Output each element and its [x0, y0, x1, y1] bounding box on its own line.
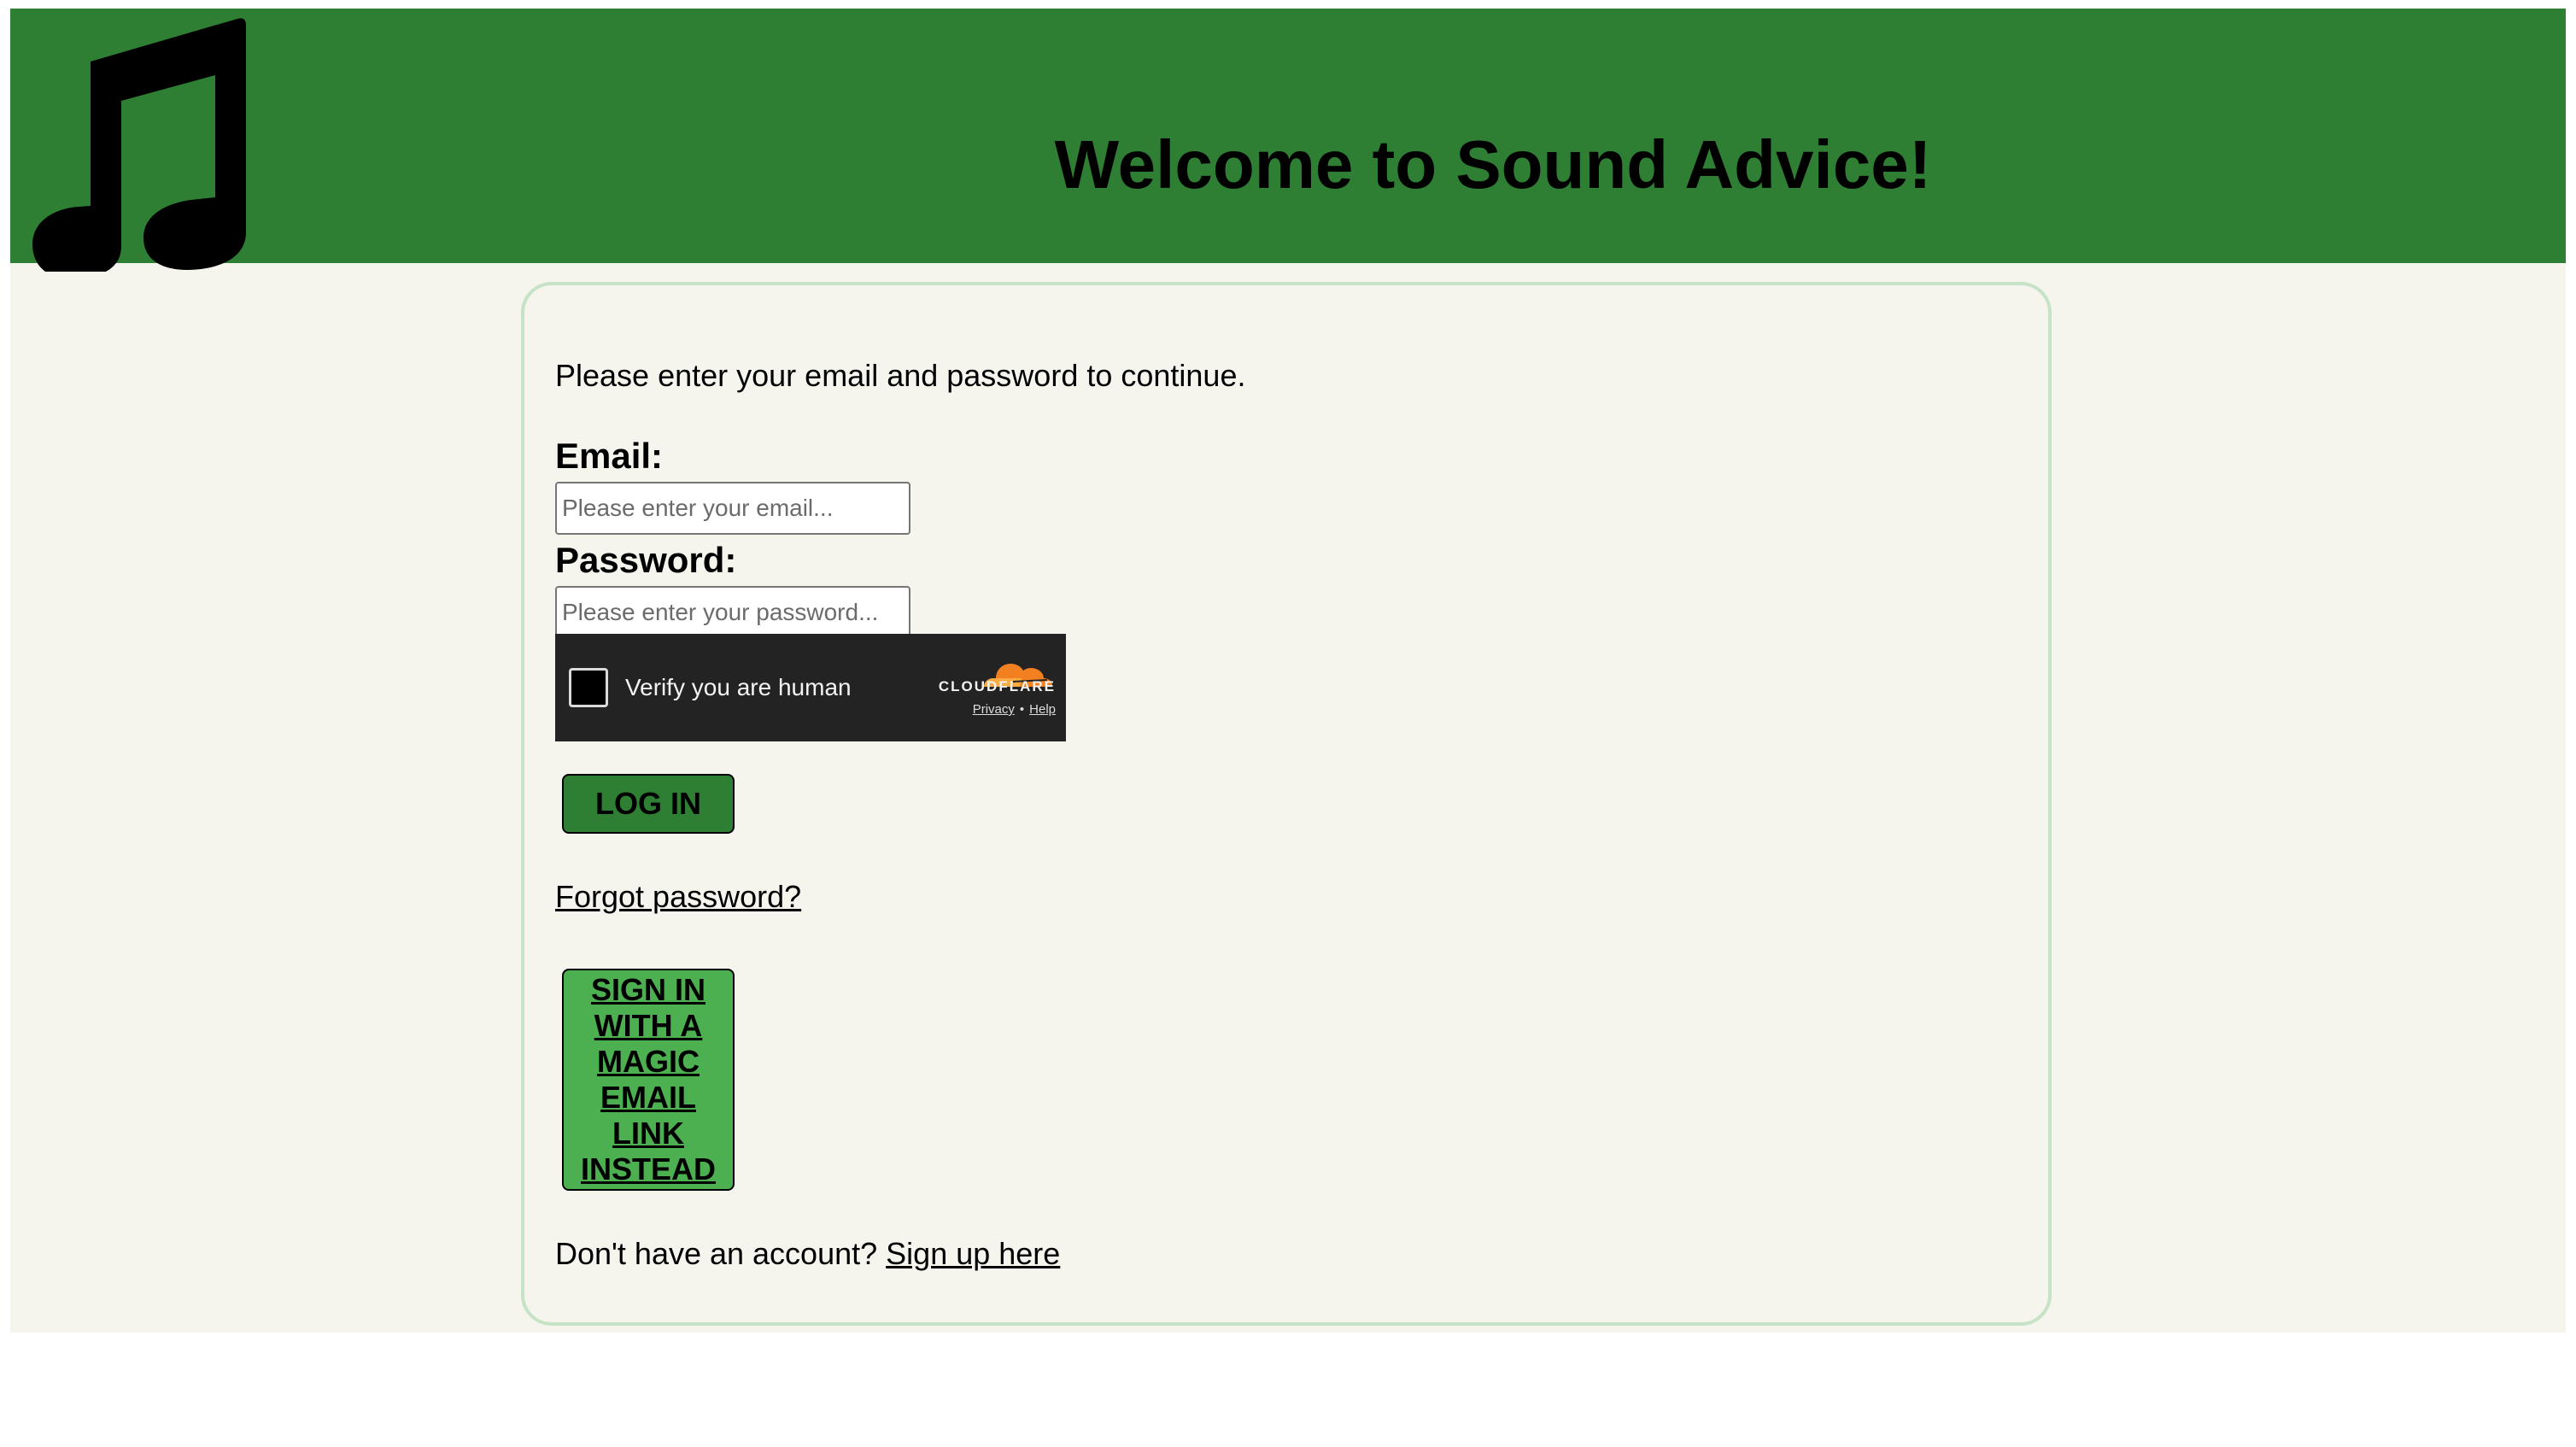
forgot-password-link[interactable]: Forgot password?	[555, 878, 801, 916]
captcha-label: Verify you are human	[625, 674, 852, 700]
email-label: Email:	[555, 436, 664, 476]
cloudflare-captcha-widget: Verify you are human CLOUDFLARE Privacy •…	[555, 634, 1066, 741]
signup-prompt: Don't have an account? Sign up here	[555, 1235, 1060, 1273]
cloudflare-brand: CLOUDFLARE	[938, 678, 1056, 694]
email-field[interactable]	[555, 482, 910, 535]
captcha-privacy-link[interactable]: Privacy	[973, 702, 1015, 717]
password-label: Password:	[555, 540, 737, 580]
site-title: Welcome to Sound Advice!	[1054, 126, 1932, 202]
captcha-links: Privacy • Help	[928, 702, 1056, 717]
login-button[interactable]: LOG IN	[562, 774, 735, 834]
magic-link-button[interactable]: SIGN IN WITH A MAGIC EMAIL LINK INSTEAD	[562, 969, 735, 1191]
app-root: Welcome to Sound Advice! Please enter yo…	[10, 9, 2566, 1333]
signup-prompt-text: Don't have an account?	[555, 1236, 878, 1271]
site-header: Welcome to Sound Advice!	[10, 9, 2566, 272]
password-field[interactable]	[555, 586, 910, 639]
login-card: Please enter your email and password to …	[521, 282, 2052, 1326]
captcha-help-link[interactable]: Help	[1029, 702, 1056, 717]
captcha-link-separator: •	[1019, 702, 1025, 717]
signup-link[interactable]: Sign up here	[886, 1236, 1060, 1271]
login-instructions: Please enter your email and password to …	[555, 358, 1246, 393]
captcha-checkbox[interactable]	[569, 668, 608, 707]
